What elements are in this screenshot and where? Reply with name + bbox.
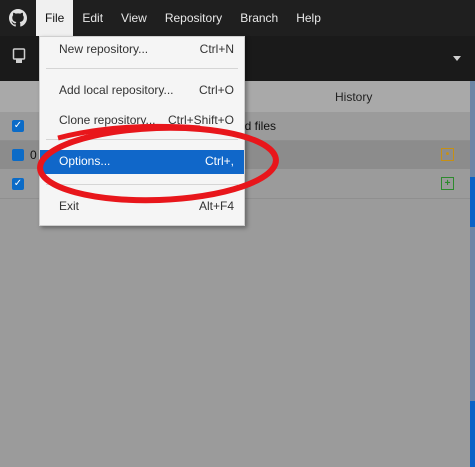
file-name: 0 xyxy=(30,148,37,162)
added-icon: + xyxy=(441,177,454,190)
menu-item-label: Clone repository... xyxy=(59,113,156,127)
menu-branch[interactable]: Branch xyxy=(231,0,287,36)
menu-item-shortcut: Ctrl+N xyxy=(199,42,234,56)
menu-repository[interactable]: Repository xyxy=(156,0,231,36)
menu-item-label: Add local repository... xyxy=(59,83,174,97)
chevron-down-icon[interactable] xyxy=(453,56,461,61)
scrollbar-marker xyxy=(470,401,475,467)
menu-bar: File Edit View Repository Branch Help xyxy=(0,0,475,36)
tab-history[interactable]: History xyxy=(335,90,372,104)
menu-item-label: Exit xyxy=(59,199,80,213)
menu-item-shortcut: Ctrl+, xyxy=(204,154,234,168)
menu-divider xyxy=(46,184,238,185)
select-all-checkbox[interactable]: ✓ xyxy=(12,120,24,132)
file-checkbox[interactable] xyxy=(12,149,24,161)
scrollbar-marker xyxy=(470,177,475,227)
file-menu-dropdown: New repository... Ctrl+N Add local repos… xyxy=(39,36,245,226)
menu-file[interactable]: File xyxy=(36,0,74,36)
github-octocat-icon[interactable] xyxy=(0,0,36,36)
menu-item-label: New repository... xyxy=(59,42,149,56)
menu-item-clone-repository[interactable]: Clone repository... Ctrl+Shift+O xyxy=(40,109,244,133)
menu-item-shortcut: Ctrl+Shift+O xyxy=(167,113,234,127)
menu-item-shortcut: Alt+F4 xyxy=(198,199,234,213)
menu-item-exit[interactable]: Exit Alt+F4 xyxy=(40,195,244,219)
file-checkbox[interactable]: ✓ xyxy=(12,178,24,190)
menu-item-shortcut: Ctrl+O xyxy=(198,83,234,97)
menu-item-add-local-repository[interactable]: Add local repository... Ctrl+O xyxy=(40,79,244,103)
repository-icon[interactable] xyxy=(12,48,26,67)
menu-divider xyxy=(46,139,238,140)
menu-view[interactable]: View xyxy=(112,0,156,36)
modified-icon: • xyxy=(441,148,454,161)
menu-divider xyxy=(46,68,238,69)
menu-edit[interactable]: Edit xyxy=(73,0,112,36)
menu-help[interactable]: Help xyxy=(287,0,330,36)
menu-item-new-repository[interactable]: New repository... Ctrl+N xyxy=(40,38,244,62)
menu-item-label: Options... xyxy=(59,154,111,168)
scrollbar[interactable] xyxy=(470,81,475,467)
menu-item-options[interactable]: Options... Ctrl+, xyxy=(40,150,244,174)
